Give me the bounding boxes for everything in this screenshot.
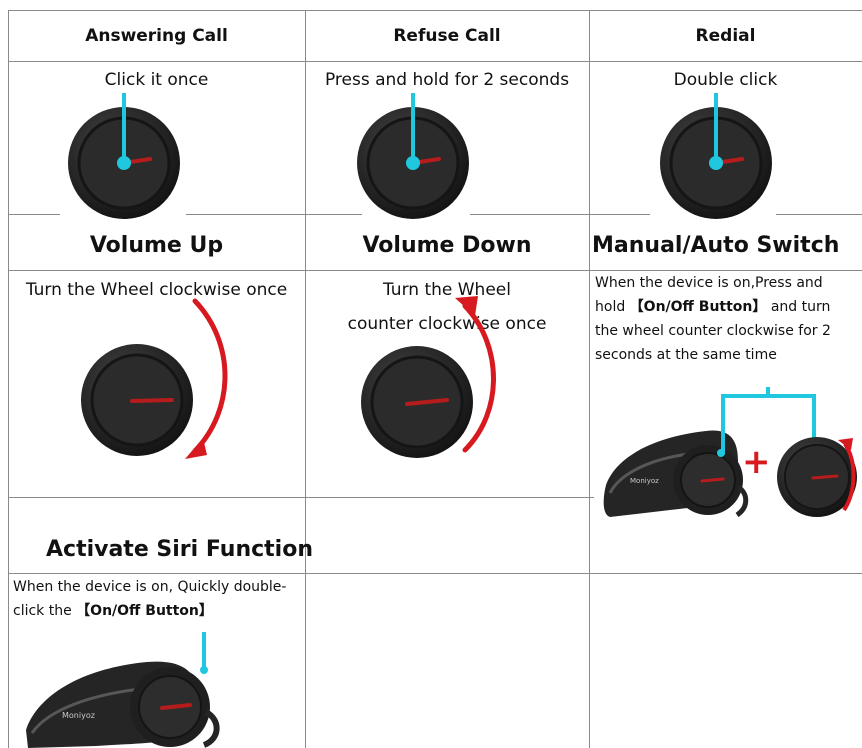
manual-auto-switch-instruction: When the device is on,Press and hold 【On… (595, 271, 857, 367)
column-divider-1 (305, 10, 306, 748)
volume-up-title: Volume Up (89, 233, 224, 258)
refuse-call-instruction: Press and hold for 2 seconds (324, 70, 570, 90)
row3-header-divider (8, 573, 862, 574)
answering-call-title: Answering Call (85, 26, 228, 46)
clockwise-arrow-icon (185, 298, 228, 459)
redial-title: Redial (695, 26, 756, 46)
volume-down-instruction-line1: Turn the Wheel (383, 280, 511, 300)
cyan-pointer-icon (709, 93, 723, 170)
control-guide-table: Answering Call Refuse Call Redial Click … (0, 0, 862, 748)
table-top-border (8, 10, 862, 11)
row1-bottom-divider-mid2 (470, 214, 650, 215)
volume-down-title: Volume Down (362, 233, 532, 258)
row1-bottom-divider-left (8, 214, 60, 215)
siri-function-title: Activate Siri Function (46, 537, 313, 562)
volume-up-instruction: Turn the Wheel clockwise once (25, 280, 288, 300)
counterclockwise-arrow-icon (838, 438, 856, 512)
manual-auto-button-text: 【On/Off Button】 (629, 299, 767, 315)
cyan-pointer-icon (200, 632, 208, 674)
answering-call-instruction: Click it once (104, 70, 209, 90)
siri-button-text: 【On/Off Button】 (76, 603, 213, 619)
row2-bottom-divider (8, 497, 594, 498)
counterclockwise-arrow-icon (455, 296, 496, 453)
column-divider-2 (589, 10, 590, 748)
row1-bottom-divider-right (776, 214, 862, 215)
cyan-pointer-icon (406, 93, 420, 170)
rotary-wheel-icon (81, 344, 193, 456)
row1-bottom-divider-mid (186, 214, 362, 215)
redial-instruction: Double click (673, 70, 778, 90)
plus-icon: + (742, 442, 771, 482)
device-logo-text: Moniyoz (630, 477, 659, 485)
device-logo-text: Moniyoz (62, 711, 95, 720)
siri-function-instruction: When the device is on, Quickly double-cl… (13, 575, 301, 623)
volume-down-instruction-line2: counter clockwise once (347, 314, 547, 334)
cyan-pointer-icon (117, 93, 131, 170)
table-left-border (8, 10, 9, 748)
refuse-call-title: Refuse Call (393, 26, 501, 46)
manual-auto-switch-title: Manual/Auto Switch (592, 233, 840, 258)
row1-header-divider (8, 61, 862, 62)
